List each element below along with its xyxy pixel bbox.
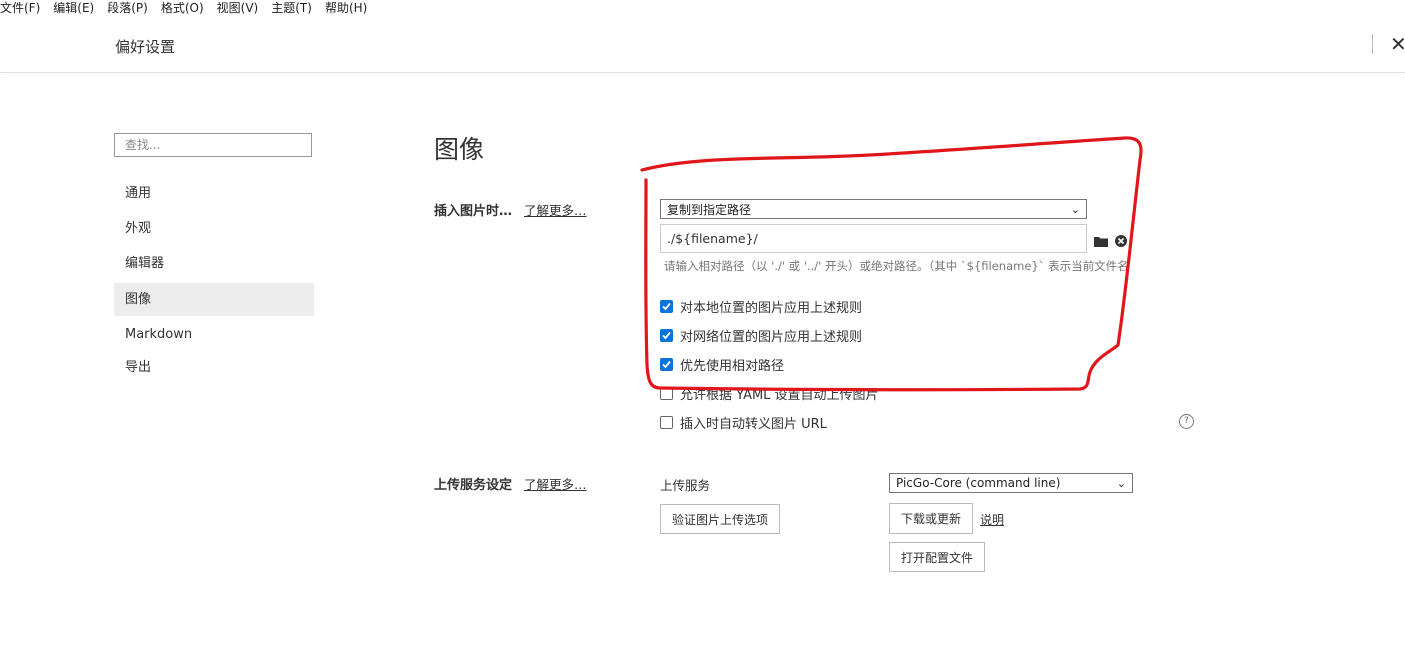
menubar: 文件(F) 编辑(E) 段落(P) 格式(O) 视图(V) 主题(T) 帮助(H…	[0, 0, 380, 16]
help-icon[interactable]: ?	[1179, 414, 1194, 429]
checkbox-label: 插入时自动转义图片 URL	[680, 416, 827, 432]
sidebar-item-markdown[interactable]: Markdown	[114, 318, 314, 351]
checkbox-unchecked-icon[interactable]	[660, 415, 673, 429]
upload-service-label: 上传服务设定	[434, 478, 513, 493]
folder-icon[interactable]	[1094, 232, 1108, 251]
upload-learn-more-link[interactable]: 了解更多…	[524, 474, 587, 493]
checkbox-label: 对本地位置的图片应用上述规则	[680, 300, 863, 316]
header-divider	[1372, 34, 1373, 54]
verify-upload-button[interactable]: 验证图片上传选项	[660, 504, 780, 534]
checkbox-checked-icon[interactable]	[660, 328, 673, 342]
menu-help[interactable]: 帮助(H)	[325, 0, 367, 16]
checkbox-label: 对网络位置的图片应用上述规则	[680, 329, 863, 345]
insert-image-label: 插入图片时…	[434, 204, 513, 219]
checkbox-label: 允许根据 YAML 设置自动上传图片	[680, 387, 879, 403]
checkbox-label: 优先使用相对路径	[680, 358, 785, 374]
upload-service-value: PicGo-Core (command line)	[896, 476, 1061, 490]
menu-view[interactable]: 视图(V)	[217, 0, 259, 16]
search-input[interactable]	[114, 133, 312, 157]
upload-service-select[interactable]: PicGo-Core (command line) ⌄	[889, 473, 1133, 493]
sidebar-item-editor[interactable]: 编辑器	[114, 247, 314, 280]
sidebar-item-general[interactable]: 通用	[114, 177, 314, 210]
header-divider-line	[0, 72, 1405, 73]
sidebar-item-export[interactable]: 导出	[114, 351, 314, 384]
sidebar-item-image[interactable]: 图像	[114, 283, 314, 316]
insert-action-select[interactable]: 复制到指定路径 ⌄	[660, 199, 1087, 219]
page-title: 偏好设置	[115, 38, 176, 56]
section-title: 图像	[434, 135, 485, 164]
chevron-down-icon: ⌄	[1116, 476, 1126, 490]
checkbox-apply-network[interactable]: 对网络位置的图片应用上述规则	[660, 326, 863, 345]
close-icon[interactable]: ✕	[1390, 30, 1405, 58]
checkbox-yaml-upload[interactable]: 允许根据 YAML 设置自动上传图片	[660, 384, 879, 403]
chevron-down-icon: ⌄	[1070, 202, 1080, 216]
checkbox-apply-local[interactable]: 对本地位置的图片应用上述规则	[660, 297, 863, 316]
download-update-button[interactable]: 下载或更新	[889, 503, 973, 534]
menu-file[interactable]: 文件(F)	[0, 0, 40, 16]
checkbox-unchecked-icon[interactable]	[660, 386, 673, 400]
checkbox-escape-url[interactable]: 插入时自动转义图片 URL	[660, 413, 827, 432]
menu-format[interactable]: 格式(O)	[161, 0, 204, 16]
menu-theme[interactable]: 主题(T)	[271, 0, 312, 16]
menu-paragraph[interactable]: 段落(P)	[107, 0, 148, 16]
path-hint-text: 请输入相对路径（以 './' 或 '../' 开头）或绝对路径。（其中 `${f…	[664, 259, 1129, 273]
menu-edit[interactable]: 编辑(E)	[53, 0, 94, 16]
checkbox-checked-icon[interactable]	[660, 357, 673, 371]
explain-link[interactable]: 说明	[980, 511, 1004, 528]
image-path-input[interactable]: ./${filename}/	[660, 224, 1087, 253]
upload-service-sub-label: 上传服务	[660, 478, 711, 493]
checkbox-checked-icon[interactable]	[660, 299, 673, 313]
insert-action-value: 复制到指定路径	[667, 202, 752, 217]
checkbox-prefer-relative[interactable]: 优先使用相对路径	[660, 355, 785, 374]
open-config-button[interactable]: 打开配置文件	[889, 542, 985, 572]
sidebar-item-appearance[interactable]: 外观	[114, 212, 314, 245]
clear-icon[interactable]	[1115, 232, 1127, 251]
insert-learn-more-link[interactable]: 了解更多…	[524, 200, 587, 219]
